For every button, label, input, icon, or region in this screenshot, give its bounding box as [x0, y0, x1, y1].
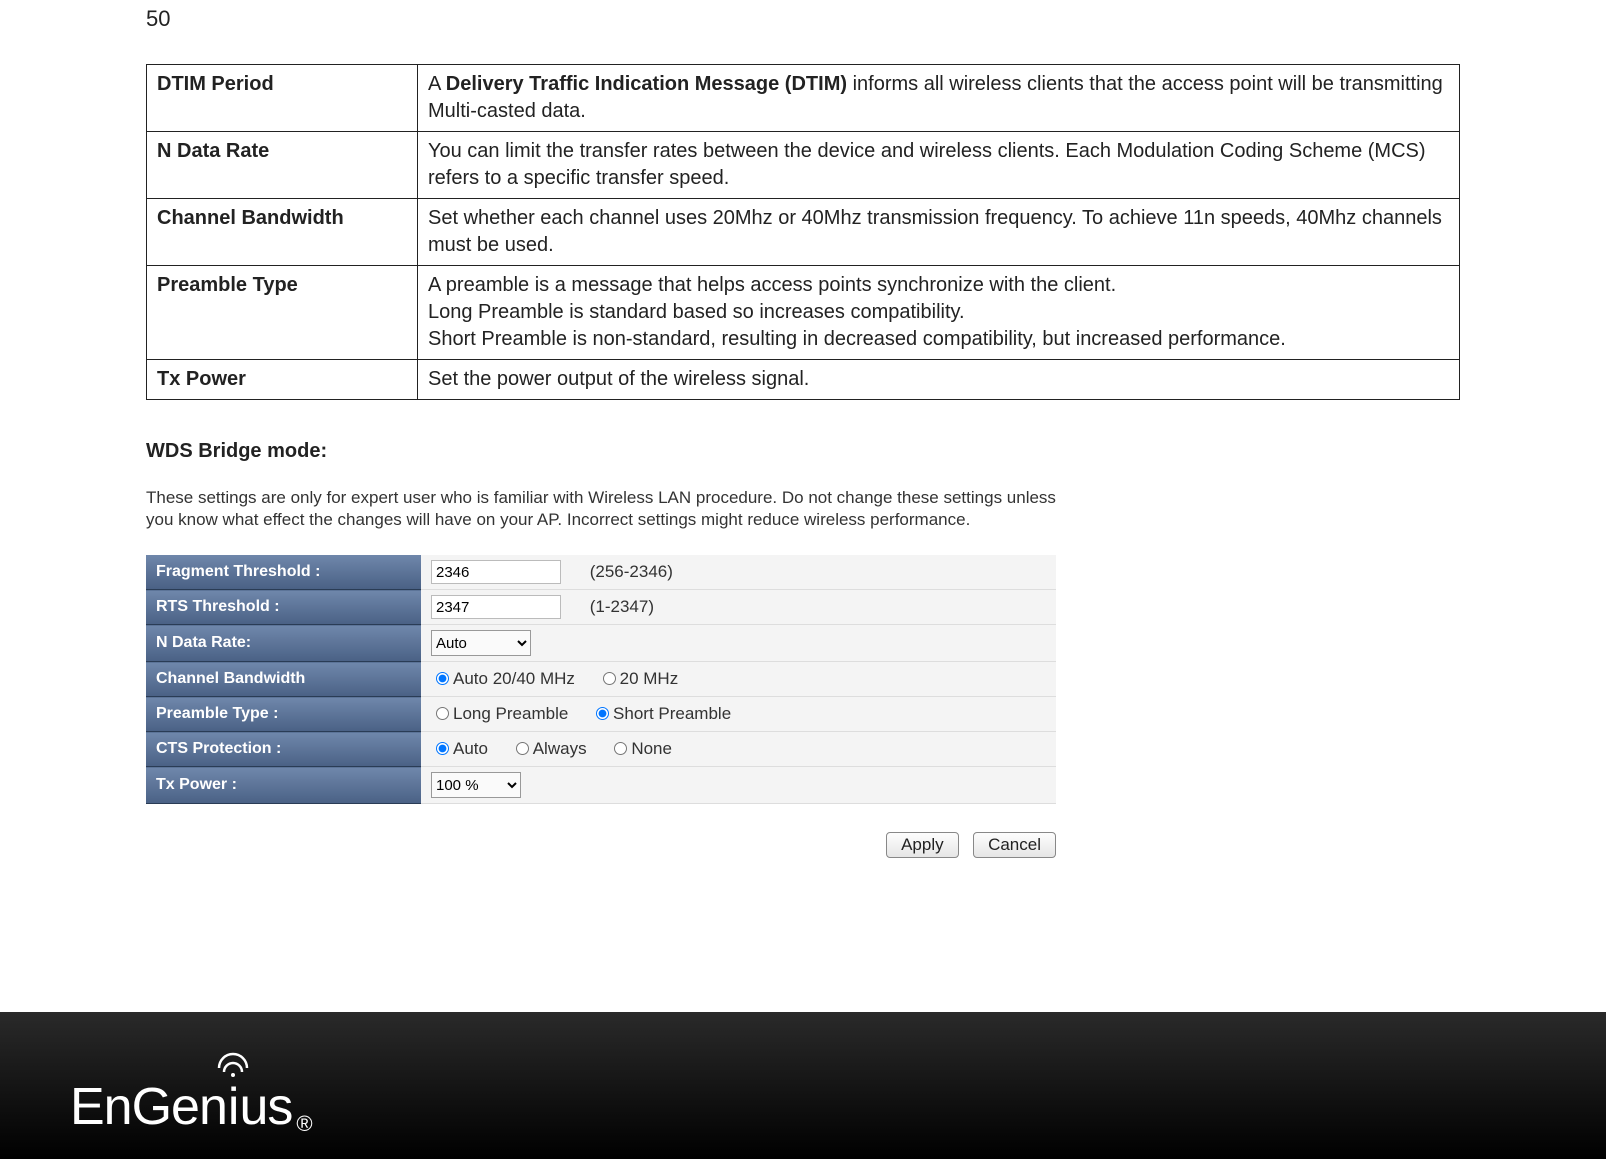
preamble-opt1-label: Long Preamble [453, 704, 568, 723]
def-term: DTIM Period [147, 65, 418, 132]
def-text: A [428, 73, 446, 95]
settings-form: Fragment Threshold : (256-2346) RTS Thre… [146, 555, 1056, 804]
form-row-channel-bandwidth: Channel Bandwidth Auto 20/40 MHz 20 MHz [146, 662, 1056, 697]
fragment-threshold-input[interactable] [431, 560, 561, 584]
tx-power-select[interactable]: 100 % [431, 772, 521, 798]
def-desc: You can limit the transfer rates between… [418, 132, 1460, 199]
content-area: DTIM Period A Delivery Traffic Indicatio… [146, 64, 1460, 858]
wds-note: These settings are only for expert user … [146, 487, 1066, 531]
chbw-option-auto[interactable]: Auto 20/40 MHz [431, 669, 575, 688]
rts-threshold-label: RTS Threshold : [146, 590, 421, 625]
def-desc: Set the power output of the wireless sig… [418, 360, 1460, 400]
chbw-opt1-label: Auto 20/40 MHz [453, 669, 575, 688]
form-row-rts: RTS Threshold : (1-2347) [146, 590, 1056, 625]
table-row: Tx Power Set the power output of the wir… [147, 360, 1460, 400]
chbw-radio-20[interactable] [603, 672, 616, 685]
cts-radio-auto[interactable] [436, 742, 449, 755]
def-term: Channel Bandwidth [147, 199, 418, 266]
button-row: Apply Cancel [146, 832, 1056, 858]
preamble-option-short[interactable]: Short Preamble [591, 704, 731, 723]
table-row: Channel Bandwidth Set whether each chann… [147, 199, 1460, 266]
n-data-rate-select[interactable]: Auto [431, 630, 531, 656]
cts-option-always[interactable]: Always [511, 739, 587, 758]
form-row-fragment: Fragment Threshold : (256-2346) [146, 555, 1056, 590]
form-row-ndatarate: N Data Rate: Auto [146, 625, 1056, 662]
def-line: A preamble is a message that helps acces… [428, 274, 1116, 296]
def-term: N Data Rate [147, 132, 418, 199]
chbw-option-20[interactable]: 20 MHz [598, 669, 679, 688]
cts-opt2-label: Always [533, 739, 587, 758]
logo-i-wrap: i [228, 1077, 239, 1137]
def-term: Tx Power [147, 360, 418, 400]
tx-power-label: Tx Power : [146, 767, 421, 804]
def-term: Preamble Type [147, 266, 418, 360]
cts-protection-label: CTS Protection : [146, 732, 421, 767]
footer-bar: EnGen i us® [0, 1012, 1606, 1159]
cts-radio-none[interactable] [614, 742, 627, 755]
preamble-opt2-label: Short Preamble [613, 704, 731, 723]
chbw-radio-auto[interactable] [436, 672, 449, 685]
cancel-button[interactable]: Cancel [973, 832, 1056, 858]
cts-opt1-label: Auto [453, 739, 488, 758]
apply-button[interactable]: Apply [886, 832, 959, 858]
wifi-arc-icon [216, 1051, 250, 1077]
def-line: Long Preamble is standard based so incre… [428, 301, 965, 323]
logo-text-part1: EnGen [70, 1077, 227, 1137]
logo-text-part2: i [228, 1078, 239, 1136]
channel-bandwidth-label: Channel Bandwidth [146, 662, 421, 697]
form-row-preamble: Preamble Type : Long Preamble Short Prea… [146, 697, 1056, 732]
table-row: N Data Rate You can limit the transfer r… [147, 132, 1460, 199]
fragment-threshold-label: Fragment Threshold : [146, 555, 421, 590]
cts-opt3-label: None [631, 739, 672, 758]
preamble-type-label: Preamble Type : [146, 697, 421, 732]
preamble-radio-long[interactable] [436, 707, 449, 720]
logo-registered-mark: ® [296, 1111, 311, 1137]
cts-option-auto[interactable]: Auto [431, 739, 488, 758]
def-desc: A preamble is a message that helps acces… [418, 266, 1460, 360]
chbw-opt2-label: 20 MHz [620, 669, 679, 688]
section-heading: WDS Bridge mode: [146, 440, 1460, 463]
def-line: Short Preamble is non-standard, resultin… [428, 328, 1286, 350]
form-row-cts: CTS Protection : Auto Always None [146, 732, 1056, 767]
cts-radio-always[interactable] [516, 742, 529, 755]
preamble-radio-short[interactable] [596, 707, 609, 720]
table-row: DTIM Period A Delivery Traffic Indicatio… [147, 65, 1460, 132]
wds-settings-panel: These settings are only for expert user … [146, 487, 1460, 858]
n-data-rate-label: N Data Rate: [146, 625, 421, 662]
form-row-txpower: Tx Power : 100 % [146, 767, 1056, 804]
engenius-logo: EnGen i us® [70, 1077, 312, 1137]
def-desc: A Delivery Traffic Indication Message (D… [418, 65, 1460, 132]
logo-text-part3: us [239, 1077, 292, 1137]
rts-range-hint: (1-2347) [590, 597, 654, 616]
def-desc: Set whether each channel uses 20Mhz or 4… [418, 199, 1460, 266]
definitions-table: DTIM Period A Delivery Traffic Indicatio… [146, 64, 1460, 400]
fragment-range-hint: (256-2346) [590, 562, 673, 581]
cts-option-none[interactable]: None [609, 739, 672, 758]
table-row: Preamble Type A preamble is a message th… [147, 266, 1460, 360]
page-number: 50 [146, 6, 170, 32]
def-bold: Delivery Traffic Indication Message (DTI… [446, 73, 847, 95]
rts-threshold-input[interactable] [431, 595, 561, 619]
preamble-option-long[interactable]: Long Preamble [431, 704, 568, 723]
